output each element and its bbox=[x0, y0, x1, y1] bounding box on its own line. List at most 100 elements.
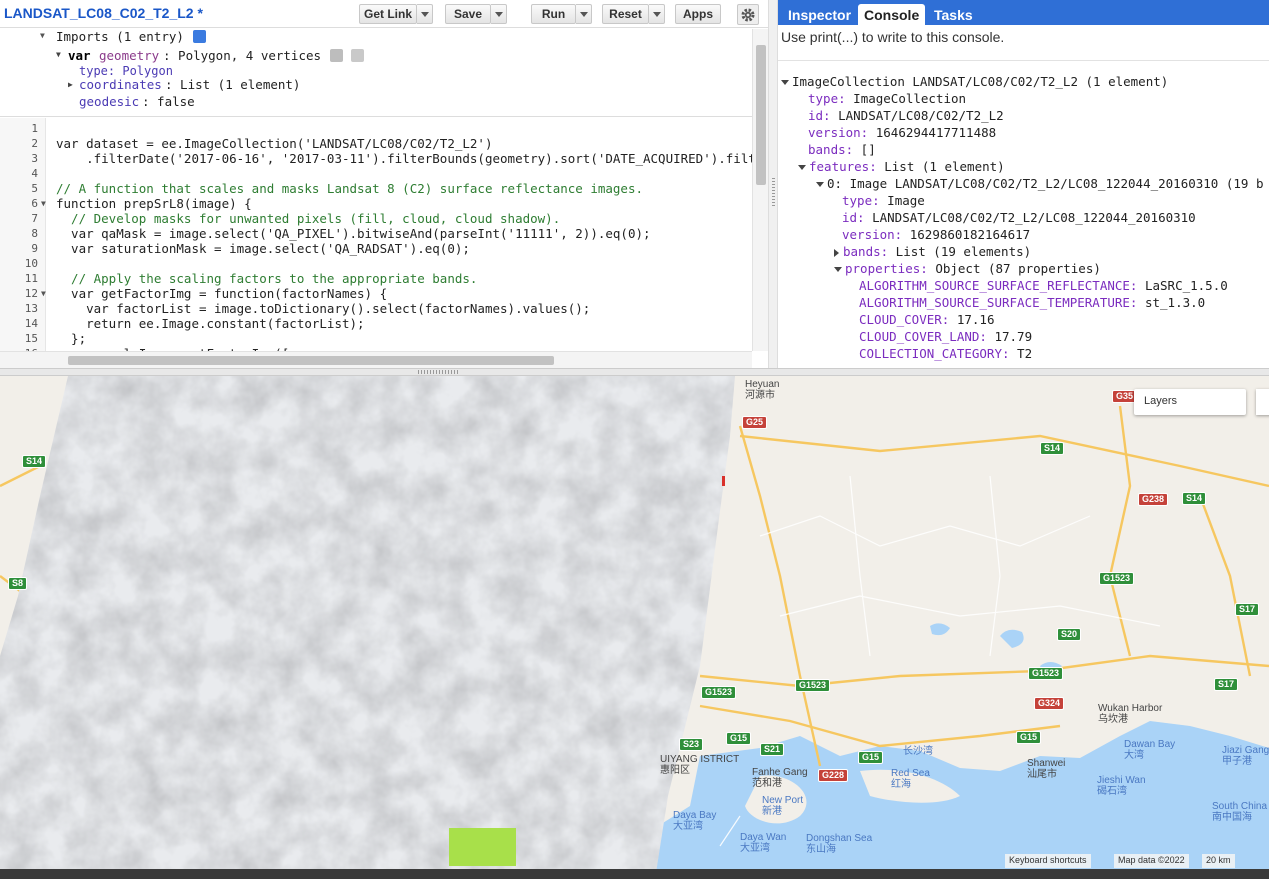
layers-button[interactable]: Layers bbox=[1134, 389, 1246, 415]
editor-horizontal-scrollbar[interactable] bbox=[0, 351, 752, 368]
geometry-name[interactable]: geometry bbox=[99, 48, 159, 63]
code-line[interactable]: var saturationMask = image.select('QA_RA… bbox=[56, 241, 470, 256]
collapse-geometry-icon[interactable]: ▼ bbox=[56, 50, 61, 59]
highway-shield: G1523 bbox=[795, 679, 831, 692]
collapse-imports-icon[interactable]: ▼ bbox=[40, 31, 45, 40]
script-title[interactable]: LANDSAT_LC08_C02_T2_L2 * bbox=[4, 5, 203, 21]
collapse-arrow-icon[interactable] bbox=[798, 165, 806, 170]
editor-horizontal-scroll-thumb[interactable] bbox=[68, 356, 554, 365]
collapse-arrow-icon[interactable] bbox=[834, 267, 842, 272]
place-label: Daya Bay 大亚湾 bbox=[673, 810, 716, 832]
console-value: ImageCollection bbox=[845, 91, 967, 106]
code-line[interactable]: function prepSrL8(image) { bbox=[56, 196, 252, 211]
save-button[interactable]: Save bbox=[445, 4, 491, 24]
reset-dropdown[interactable] bbox=[649, 4, 665, 24]
code-line[interactable]: var factorList = image.toDictionary().se… bbox=[56, 301, 590, 316]
console-key: ImageCollection LANDSAT/LC08/C02/T2_L2 (… bbox=[792, 74, 1169, 89]
geometry-remove-icon[interactable] bbox=[351, 49, 364, 62]
code-line[interactable]: // Apply the scaling factors to the appr… bbox=[56, 271, 477, 286]
map-type-button[interactable] bbox=[1256, 389, 1269, 415]
place-name: Shanwei bbox=[1027, 758, 1066, 769]
line-number: 14 bbox=[24, 317, 38, 330]
editor-vertical-scrollbar[interactable] bbox=[752, 29, 768, 351]
code-line[interactable]: // A function that scales and masks Land… bbox=[56, 181, 643, 196]
console-tree-row[interactable]: bands: List (19 elements) bbox=[834, 244, 1031, 259]
splitter-grip-icon bbox=[772, 178, 775, 206]
apps-button[interactable]: Apps bbox=[675, 4, 721, 24]
settings-button[interactable] bbox=[737, 4, 759, 25]
geometry-settings-icon[interactable] bbox=[330, 49, 343, 62]
tab-tasks[interactable]: Tasks bbox=[928, 4, 979, 25]
code-line[interactable]: var getFactorImg = function(factorNames)… bbox=[56, 286, 387, 301]
code-line[interactable]: return ee.Image.constant(factorList); bbox=[56, 316, 364, 331]
run-dropdown[interactable] bbox=[576, 4, 592, 24]
place-name: UIYANG ISTRICT bbox=[660, 754, 740, 765]
vertical-panel-splitter[interactable] bbox=[768, 0, 778, 370]
console-key: bands: bbox=[843, 244, 889, 259]
place-name-cn: 南中国海 bbox=[1212, 812, 1252, 823]
collapse-arrow-icon[interactable] bbox=[781, 80, 789, 85]
code-editor[interactable]: 123456▼789101112▼13141516▼17 var dataset… bbox=[0, 118, 752, 368]
code-line[interactable]: var dataset = ee.ImageCollection('LANDSA… bbox=[56, 136, 493, 151]
coordinates-key[interactable]: coordinates bbox=[79, 77, 162, 92]
place-name: Jieshi Wan bbox=[1097, 775, 1146, 786]
map-view[interactable]: Heyuan 河源市 Shanwei 汕尾市 Wukan Harbor 乌坎港 Dawan … bbox=[0, 376, 1269, 879]
green-patch bbox=[449, 828, 516, 866]
chevron-down-icon bbox=[579, 11, 588, 17]
console-key: CLOUD_COVER_LAND: bbox=[859, 329, 987, 344]
horizontal-panel-splitter[interactable] bbox=[0, 368, 1269, 376]
save-dropdown[interactable] bbox=[491, 4, 507, 24]
console-value: Image bbox=[879, 193, 925, 208]
get-link-button[interactable]: Get Link bbox=[359, 4, 417, 24]
editor-vertical-scroll-thumb[interactable] bbox=[756, 45, 766, 185]
tab-console[interactable]: Console bbox=[858, 4, 926, 25]
line-number: 13 bbox=[24, 302, 38, 315]
console-key: id: bbox=[808, 108, 831, 123]
expand-arrow-icon[interactable] bbox=[834, 248, 839, 257]
place-label: Heyuan 河源市 bbox=[745, 379, 779, 401]
code-line[interactable]: }; bbox=[56, 331, 86, 346]
fold-toggle-icon[interactable]: ▼ bbox=[41, 199, 46, 208]
geometry-type: type: Polygon bbox=[79, 64, 173, 78]
console-tree-row[interactable]: features: List (1 element) bbox=[798, 159, 1005, 174]
tab-inspector[interactable]: Inspector bbox=[782, 4, 857, 25]
place-name-cn: 大亚湾 bbox=[673, 821, 703, 832]
console-scrollbar[interactable] bbox=[1262, 25, 1269, 368]
console-value: Object (87 properties) bbox=[927, 261, 1101, 276]
imports-doc-icon[interactable] bbox=[193, 30, 206, 43]
fold-toggle-icon[interactable]: ▼ bbox=[41, 289, 46, 298]
line-number: 5 bbox=[31, 182, 38, 195]
chevron-down-icon bbox=[494, 11, 503, 17]
highway-shield: S17 bbox=[1214, 678, 1239, 691]
console-tree-row: bands: [] bbox=[808, 142, 876, 157]
get-link-dropdown[interactable] bbox=[417, 4, 433, 24]
keyboard-shortcuts-link[interactable]: Keyboard shortcuts bbox=[1005, 854, 1091, 868]
place-name: Red Sea bbox=[891, 768, 930, 779]
collapse-arrow-icon[interactable] bbox=[816, 182, 824, 187]
highway-shield: G15 bbox=[858, 751, 884, 764]
chevron-down-icon bbox=[420, 11, 429, 17]
editor-toolbar: LANDSAT_LC08_C02_T2_L2 * Get Link Save R… bbox=[0, 0, 768, 28]
code-line[interactable]: .filterDate('2017-06-16', '2017-03-11').… bbox=[56, 151, 752, 166]
code-line[interactable]: var qaMask = image.select('QA_PIXEL').bi… bbox=[56, 226, 650, 241]
console-key: type: bbox=[842, 193, 880, 208]
expand-coordinates-icon[interactable]: ▶ bbox=[68, 80, 73, 89]
imports-header[interactable]: Imports (1 entry) bbox=[56, 29, 184, 44]
place-name-cn: 乌坎港 bbox=[1098, 714, 1128, 725]
place-name: Wukan Harbor bbox=[1098, 703, 1163, 714]
code-line[interactable]: // Develop masks for unwanted pixels (fi… bbox=[56, 211, 560, 226]
run-button[interactable]: Run bbox=[531, 4, 576, 24]
line-number: 3 bbox=[31, 152, 38, 165]
console-key: ALGORITHM_SOURCE_SURFACE_REFLECTANCE: bbox=[859, 278, 1138, 293]
scale-label[interactable]: 20 km bbox=[1202, 854, 1235, 868]
console-tree-row[interactable]: ImageCollection LANDSAT/LC08/C02/T2_L2 (… bbox=[781, 74, 1168, 89]
place-name: Daya Bay bbox=[673, 810, 717, 821]
map-data-attribution[interactable]: Map data ©2022 bbox=[1114, 854, 1189, 868]
reset-button[interactable]: Reset bbox=[602, 4, 649, 24]
console-tree-row[interactable]: properties: Object (87 properties) bbox=[834, 261, 1101, 276]
place-name-cn: 范和港 bbox=[752, 778, 782, 789]
console-value: st_1.3.0 bbox=[1137, 295, 1206, 310]
console-tree-row[interactable]: 0: Image LANDSAT/LC08/C02/T2_L2/LC08_122… bbox=[816, 176, 1264, 191]
console-divider bbox=[778, 60, 1269, 61]
place-name: Fanhe Gang bbox=[752, 767, 808, 778]
